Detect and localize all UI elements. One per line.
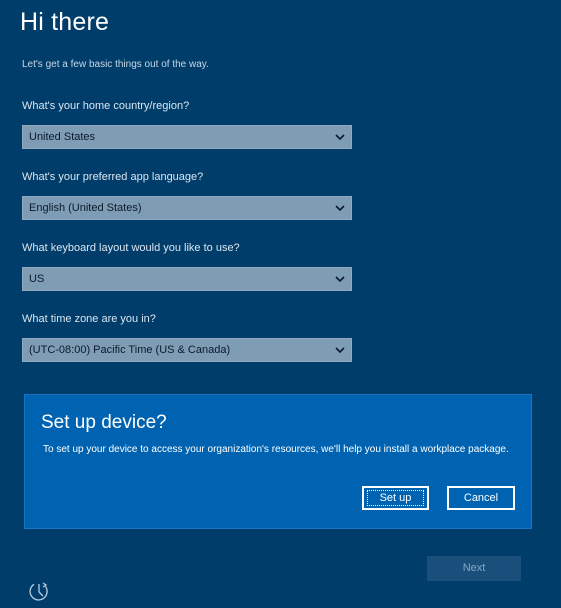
language-select[interactable]: English (United States) [22,196,352,220]
country-select[interactable]: United States [22,125,352,149]
country-label: What's your home country/region? [22,100,190,112]
timezone-select-value: (UTC-08:00) Pacific Time (US & Canada) [29,344,231,356]
chevron-down-icon [335,134,345,141]
ease-of-access-icon[interactable] [26,578,52,604]
chevron-down-icon [335,347,345,354]
cancel-button[interactable]: Cancel [447,486,515,510]
timezone-select[interactable]: (UTC-08:00) Pacific Time (US & Canada) [22,338,352,362]
keyboard-select[interactable]: US [22,267,352,291]
next-button[interactable]: Next [427,556,521,581]
page-title: Hi there [20,8,110,36]
keyboard-label: What keyboard layout would you like to u… [22,242,240,254]
dialog-title: Set up device? [41,412,167,433]
setup-device-dialog: Set up device? To set up your device to … [24,394,532,529]
setup-button[interactable]: Set up [362,486,429,510]
dialog-body: To set up your device to access your org… [43,444,509,455]
language-label: What's your preferred app language? [22,171,204,183]
setup-button-label: Set up [366,490,425,506]
language-select-value: English (United States) [29,202,142,214]
timezone-label: What time zone are you in? [22,313,156,325]
chevron-down-icon [335,276,345,283]
page-subtitle: Let's get a few basic things out of the … [22,59,209,70]
keyboard-select-value: US [29,273,45,285]
chevron-down-icon [335,205,345,212]
country-select-value: United States [29,131,96,143]
